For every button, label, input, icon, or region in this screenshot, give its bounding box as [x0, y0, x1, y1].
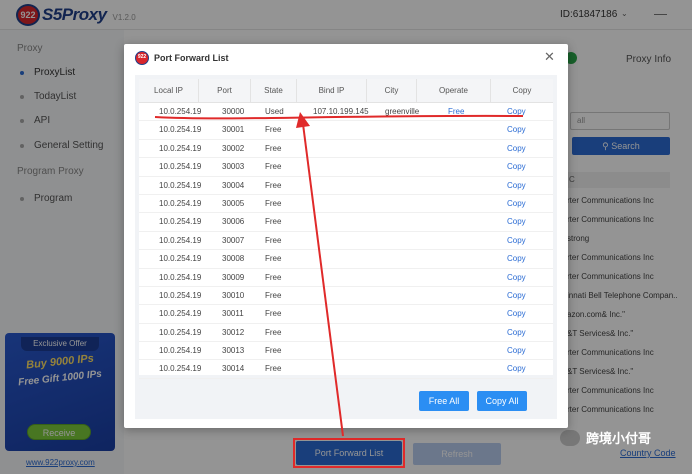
table-row: 10.0.254.19 30006 Free Copy [139, 213, 553, 232]
dialog-logo: 922 [135, 51, 149, 65]
table-row: 10.0.254.19 30013 Free Copy [139, 342, 553, 361]
local-ip-cell: 10.0.254.19 [159, 107, 202, 116]
port-cell: 30005 [222, 198, 245, 208]
bind-ip-cell: 107.10.199.145 [313, 107, 369, 116]
free-link[interactable]: Free [448, 103, 464, 121]
port-cell: 30013 [222, 346, 245, 356]
state-cell: Free [265, 346, 282, 356]
table-row: 10.0.254.19 30005 Free Copy [139, 195, 553, 214]
column-header-state: State [251, 79, 297, 103]
copy-link[interactable]: Copy [507, 103, 526, 121]
port-cell: 30002 [222, 143, 245, 153]
state-cell: Free [265, 309, 282, 319]
state-cell: Free [265, 290, 282, 300]
port-cell: 30010 [222, 290, 245, 300]
port-cell: 30004 [222, 180, 245, 190]
table-row: 10.0.254.19 30000 Used 107.10.199.145 greenv… [139, 103, 553, 122]
state-cell: Free [265, 143, 282, 153]
city-cell: greenville [385, 107, 420, 116]
table-row: 10.0.254.19 30003 Free Copy [139, 158, 553, 177]
state-cell: Free [265, 198, 282, 208]
copy-link[interactable]: Copy [507, 250, 526, 268]
local-ip-cell: 10.0.254.19 [159, 346, 202, 356]
state-cell: Free [265, 162, 282, 172]
table-row: 10.0.254.19 30012 Free Copy [139, 324, 553, 343]
table-header: Local IP Port State Bind IP City Operate… [139, 79, 553, 103]
port-cell: 30012 [222, 327, 245, 337]
local-ip-cell: 10.0.254.19 [159, 180, 202, 190]
copy-link[interactable]: Copy [507, 342, 526, 360]
port-cell: 30006 [222, 217, 245, 227]
local-ip-cell: 10.0.254.19 [159, 162, 202, 172]
local-ip-cell: 10.0.254.19 [159, 198, 202, 208]
local-ip-cell: 10.0.254.19 [159, 327, 202, 337]
table-row: 10.0.254.19 30010 Free Copy [139, 287, 553, 306]
state-cell: Free [265, 125, 282, 135]
watermark-text: 跨境小付哥 [586, 431, 652, 446]
dialog-title: Port Forward List [154, 53, 229, 63]
copy-link[interactable]: Copy [507, 140, 526, 158]
table-row: 10.0.254.19 30009 Free Copy [139, 269, 553, 287]
copy-link[interactable]: Copy [507, 213, 526, 231]
state-cell: Free [265, 235, 282, 245]
copy-link[interactable]: Copy [507, 324, 526, 342]
copy-all-button[interactable]: Copy All [477, 391, 527, 411]
state-cell: Free [265, 327, 282, 337]
state-cell: Free [265, 254, 282, 264]
copy-link[interactable]: Copy [507, 158, 526, 176]
table-row: 10.0.254.19 30007 Free Copy [139, 232, 553, 251]
state-cell: Used [265, 107, 284, 116]
port-table: Local IP Port State Bind IP City Operate… [139, 79, 553, 379]
state-cell: Free [265, 217, 282, 227]
port-cell: 30000 [222, 107, 245, 116]
column-header-city: City [367, 79, 417, 103]
copy-link[interactable]: Copy [507, 121, 526, 139]
column-header-port: Port [199, 79, 251, 103]
watermark: 跨境小付哥 [560, 428, 651, 447]
table-body: 10.0.254.19 30000 Used 107.10.199.145 greenv… [139, 103, 553, 379]
state-cell: Free [265, 272, 282, 282]
copy-link[interactable]: Copy [507, 305, 526, 323]
column-header-bind-ip: Bind IP [297, 79, 367, 103]
local-ip-cell: 10.0.254.19 [159, 309, 202, 319]
port-cell: 30011 [222, 309, 244, 319]
port-cell: 30009 [222, 272, 245, 282]
port-cell: 30014 [222, 364, 245, 374]
column-header-local-ip: Local IP [139, 79, 199, 103]
local-ip-cell: 10.0.254.19 [159, 272, 202, 282]
port-cell: 30008 [222, 254, 245, 264]
copy-link[interactable]: Copy [507, 287, 526, 305]
column-header-operate: Operate [417, 79, 491, 103]
state-cell: Free [265, 364, 282, 374]
wechat-icon [560, 429, 580, 446]
port-cell: 30003 [222, 162, 245, 172]
copy-link[interactable]: Copy [507, 195, 526, 213]
port-cell: 30001 [222, 125, 245, 135]
table-row: 10.0.254.19 30008 Free Copy [139, 250, 553, 269]
close-icon[interactable]: ✕ [544, 49, 555, 65]
table-row: 10.0.254.19 30002 Free Copy [139, 140, 553, 159]
copy-link[interactable]: Copy [507, 232, 526, 250]
local-ip-cell: 10.0.254.19 [159, 290, 202, 300]
port-cell: 30007 [222, 235, 245, 245]
free-all-button[interactable]: Free All [419, 391, 469, 411]
table-row: 10.0.254.19 30004 Free Copy [139, 177, 553, 195]
table-row: 10.0.254.19 30014 Free Copy [139, 360, 553, 379]
copy-link[interactable]: Copy [507, 360, 526, 378]
local-ip-cell: 10.0.254.19 [159, 125, 202, 135]
column-header-copy: Copy [512, 86, 532, 95]
local-ip-cell: 10.0.254.19 [159, 143, 202, 153]
copy-link[interactable]: Copy [507, 177, 526, 195]
port-forward-dialog: 922 Port Forward List ✕ Local IP Port St… [124, 44, 568, 428]
local-ip-cell: 10.0.254.19 [159, 235, 202, 245]
table-row: 10.0.254.19 30011 Free Copy [139, 305, 553, 324]
annotation-highlight-box [293, 438, 405, 468]
local-ip-cell: 10.0.254.19 [159, 364, 202, 374]
state-cell: Free [265, 180, 282, 190]
table-row: 10.0.254.19 30001 Free Copy [139, 121, 553, 140]
copy-link[interactable]: Copy [507, 269, 526, 287]
local-ip-cell: 10.0.254.19 [159, 217, 202, 227]
dialog-body: Local IP Port State Bind IP City Operate… [135, 75, 557, 419]
local-ip-cell: 10.0.254.19 [159, 254, 202, 264]
